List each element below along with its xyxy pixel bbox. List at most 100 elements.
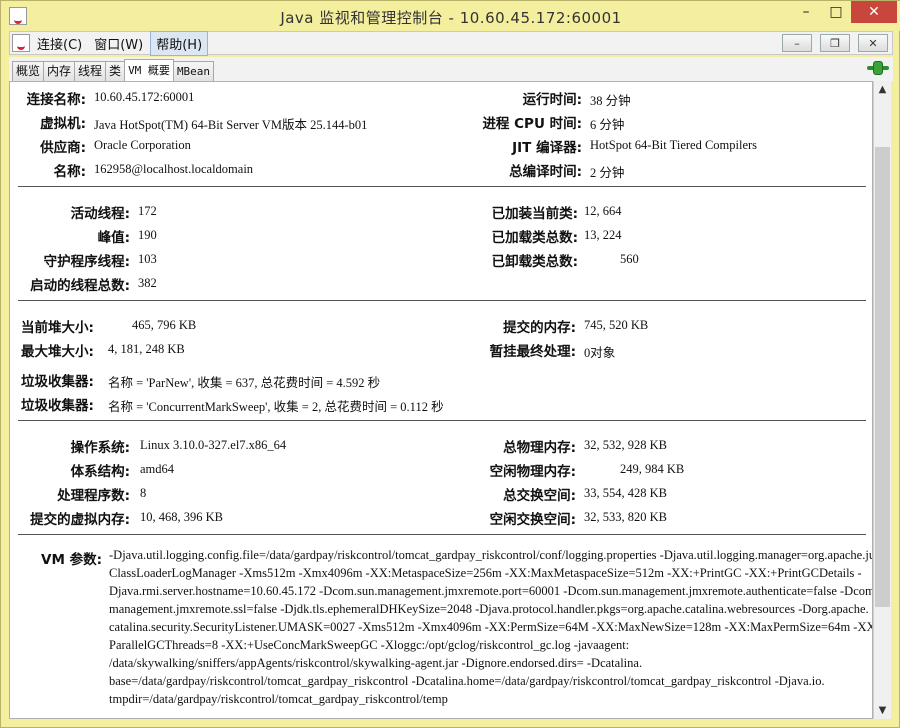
- menu-bar: 连接(C) 窗口(W) 帮助(H) – ❐ ✕: [9, 30, 893, 56]
- name-value: 162958@localhost.localdomain: [94, 162, 254, 176]
- tab-threads[interactable]: 线程: [74, 61, 107, 81]
- gc-label: 垃圾收集器:: [21, 374, 94, 390]
- total-physical-memory-value: 32, 532, 928 KB: [584, 438, 667, 452]
- minimize-button[interactable]: –: [791, 1, 821, 23]
- menu-window[interactable]: 窗口(W): [89, 32, 148, 55]
- free-swap-value: 32, 533, 820 KB: [584, 510, 667, 524]
- pending-finalization-value: 0对象: [584, 346, 616, 360]
- name-label: 名称:: [53, 164, 86, 180]
- unloaded-classes-value: 560: [620, 252, 639, 266]
- close-button[interactable]: ✕: [851, 1, 897, 23]
- cpu-time-label: 进程 CPU 时间:: [482, 116, 582, 132]
- loaded-classes-label: 已加装当前类:: [491, 206, 578, 222]
- gc-parnew-value: 名称 = 'ParNew', 收集 = 637, 总花费时间 = 4.592 秒: [108, 376, 381, 390]
- maximize-button[interactable]: □: [821, 1, 851, 23]
- connection-name-value: 10.60.45.172:60001: [94, 90, 195, 104]
- section-divider: [18, 534, 866, 535]
- tab-overview[interactable]: 概览: [12, 61, 45, 81]
- max-heap-label: 最大堆大小:: [21, 344, 94, 360]
- gc-label: 垃圾收集器:: [21, 398, 94, 414]
- started-threads-value: 382: [138, 276, 157, 290]
- vm-label: 虚拟机:: [40, 116, 86, 132]
- free-physical-memory-value: 249, 984 KB: [620, 462, 685, 476]
- cpu-time-value: 6 分钟: [590, 118, 625, 132]
- architecture-value: amd64: [140, 462, 175, 476]
- peak-threads-value: 190: [138, 228, 157, 242]
- jit-compiler-value: HotSpot 64-Bit Tiered Compilers: [590, 138, 758, 152]
- uptime-value: 38 分钟: [590, 94, 631, 108]
- uptime-label: 运行时间:: [522, 92, 582, 108]
- vendor-label: 供应商:: [40, 140, 86, 156]
- vm-args-line: -Djava.util.logging.config.file=/data/ga…: [109, 548, 873, 562]
- menu-connection[interactable]: 连接(C): [32, 32, 87, 55]
- vm-summary-panel: 连接名称: 10.60.45.172:60001 虚拟机: Java HotSp…: [9, 81, 873, 719]
- scroll-down-arrow-icon[interactable]: ▼: [874, 702, 891, 719]
- title-bar[interactable]: Java 监视和管理控制台 - 10.60.45.172:60001 – □ ✕: [1, 1, 900, 31]
- total-swap-value: 33, 554, 428 KB: [584, 486, 667, 500]
- current-heap-value: 465, 796 KB: [132, 318, 197, 332]
- vendor-value: Oracle Corporation: [94, 138, 191, 152]
- tab-vm-summary[interactable]: VM 概要: [124, 59, 174, 81]
- daemon-threads-label: 守护程序线程:: [43, 254, 130, 270]
- live-threads-label: 活动线程:: [70, 206, 130, 222]
- total-swap-label: 总交换空间:: [503, 488, 576, 504]
- peak-threads-label: 峰值:: [97, 230, 130, 246]
- inner-minimize-button[interactable]: –: [782, 34, 812, 52]
- section-divider: [18, 186, 866, 187]
- jit-compiler-label: JIT 编译器:: [512, 140, 582, 156]
- vm-args-line: catalina.security.SecurityListener.UMASK…: [109, 620, 873, 634]
- connection-status-icon[interactable]: [867, 61, 889, 75]
- loaded-classes-value: 12, 664: [584, 204, 622, 218]
- vm-value: Java HotSpot(TM) 64-Bit Server VM版本 25.1…: [94, 118, 368, 132]
- current-heap-label: 当前堆大小:: [21, 320, 94, 336]
- inner-close-button[interactable]: ✕: [858, 34, 888, 52]
- scrollbar-thumb[interactable]: [875, 147, 890, 607]
- os-value: Linux 3.10.0-327.el7.x86_64: [140, 438, 287, 452]
- os-label: 操作系统:: [70, 440, 130, 456]
- vm-args-line: tmpdir=/data/gardpay/riskcontrol/tomcat_…: [109, 692, 448, 706]
- committed-vmem-label: 提交的虚拟内存:: [30, 512, 130, 528]
- tab-bar: 概览 内存 线程 类 VM 概要 MBean: [9, 57, 893, 81]
- free-swap-label: 空闲交换空间:: [489, 512, 576, 528]
- compile-time-label: 总编译时间:: [509, 164, 582, 180]
- jconsole-window: Java 监视和管理控制台 - 10.60.45.172:60001 – □ ✕…: [0, 0, 900, 728]
- section-divider: [18, 420, 866, 421]
- vm-args-line: /data/skywalking/sniffers/appAgents/risk…: [109, 656, 643, 670]
- committed-memory-value: 745, 520 KB: [584, 318, 649, 332]
- max-heap-value: 4, 181, 248 KB: [108, 342, 185, 356]
- started-threads-label: 启动的线程总数:: [30, 278, 130, 294]
- internal-frame-controls: – ❐ ✕: [782, 34, 888, 52]
- inner-restore-button[interactable]: ❐: [820, 34, 850, 52]
- vm-args-line: management.jmxremote.ssl=false -Djdk.tls…: [109, 602, 869, 616]
- unloaded-classes-label: 已卸载类总数:: [491, 254, 578, 270]
- vm-args-text: -Djava.util.logging.config.file=/data/ga…: [109, 546, 873, 708]
- committed-vmem-value: 10, 468, 396 KB: [140, 510, 223, 524]
- architecture-label: 体系结构:: [70, 464, 130, 480]
- vm-args-line: Djava.rmi.server.hostname=10.60.45.172 -…: [109, 584, 873, 598]
- window-controls: – □ ✕: [791, 1, 897, 23]
- processors-label: 处理程序数:: [57, 488, 130, 504]
- processors-value: 8: [140, 486, 147, 500]
- gc-cms-value: 名称 = 'ConcurrentMarkSweep', 收集 = 2, 总花费时…: [108, 400, 444, 414]
- vertical-scrollbar[interactable]: ▲ ▼: [873, 81, 891, 719]
- compile-time-value: 2 分钟: [590, 166, 625, 180]
- total-physical-memory-label: 总物理内存:: [503, 440, 576, 456]
- committed-memory-label: 提交的内存:: [503, 320, 576, 336]
- menu-help[interactable]: 帮助(H): [150, 30, 209, 56]
- free-physical-memory-label: 空闲物理内存:: [489, 464, 576, 480]
- daemon-threads-value: 103: [138, 252, 157, 266]
- total-loaded-classes-label: 已加载类总数:: [491, 230, 578, 246]
- window-title: Java 监视和管理控制台 - 10.60.45.172:60001: [280, 9, 622, 27]
- tab-mbean[interactable]: MBean: [172, 61, 215, 81]
- live-threads-value: 172: [138, 204, 157, 218]
- java-app-icon[interactable]: [12, 34, 30, 52]
- tab-classes[interactable]: 类: [105, 61, 126, 81]
- vm-args-line: base=/data/gardpay/riskcontrol/tomcat_ga…: [109, 674, 825, 688]
- vm-args-line: ClassLoaderLogManager -Xms512m -Xmx4096m…: [109, 566, 862, 580]
- section-divider: [18, 300, 866, 301]
- connection-name-label: 连接名称:: [26, 92, 86, 108]
- pending-finalization-label: 暂挂最终处理:: [489, 344, 576, 360]
- vm-args-line: ParallelGCThreads=8 -XX:+UseConcMarkSwee…: [109, 638, 630, 652]
- tab-memory[interactable]: 内存: [43, 61, 76, 81]
- scroll-up-arrow-icon[interactable]: ▲: [874, 81, 891, 98]
